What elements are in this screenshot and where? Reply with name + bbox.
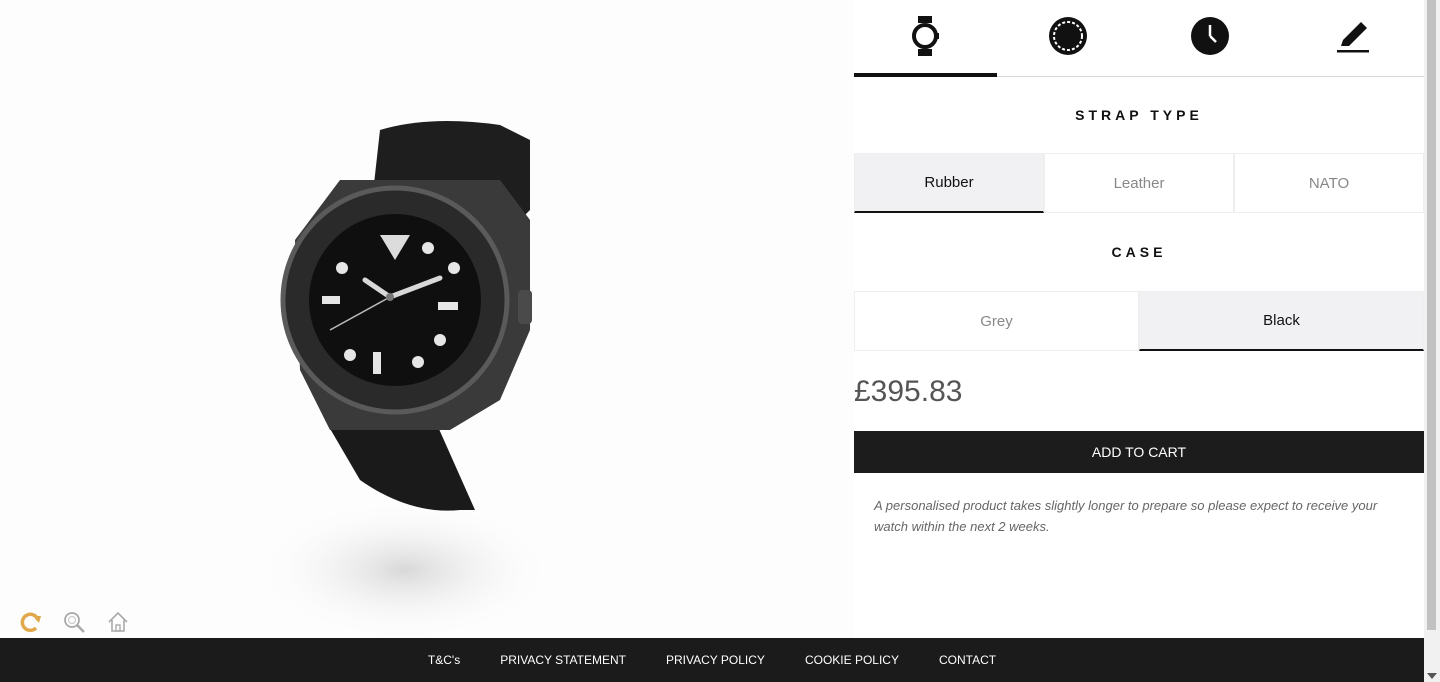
tab-bezel[interactable] xyxy=(997,0,1140,76)
configurator-tabs xyxy=(854,0,1424,77)
scrollbar-thumb[interactable] xyxy=(1427,0,1436,630)
case-options: Grey Black xyxy=(854,291,1424,351)
add-to-cart-button[interactable]: ADD TO CART xyxy=(854,431,1424,473)
tab-engrave[interactable] xyxy=(1282,0,1425,76)
personalisation-note: A personalised product takes slightly lo… xyxy=(874,498,1378,534)
strap-option-rubber[interactable]: Rubber xyxy=(854,153,1044,213)
footer-link-terms[interactable]: T&C's xyxy=(428,653,460,667)
rotate-tool[interactable] xyxy=(16,610,44,638)
page-scrollbar[interactable] xyxy=(1424,0,1440,682)
tab-dial[interactable] xyxy=(1139,0,1282,76)
strap-option-nato[interactable]: NATO xyxy=(1234,153,1424,213)
configurator-panel: STRAP TYPE Rubber Leather NATO CASE Grey… xyxy=(854,0,1424,638)
rotate-icon xyxy=(18,610,42,639)
site-footer: T&C's PRIVACY STATEMENT PRIVACY POLICY C… xyxy=(0,638,1424,682)
engrave-pencil-icon xyxy=(1333,16,1373,61)
home-icon xyxy=(106,610,130,639)
product-price: £395.83 xyxy=(854,375,963,408)
strap-type-title: STRAP TYPE xyxy=(1075,107,1203,123)
strap-option-leather[interactable]: Leather xyxy=(1044,153,1234,213)
case-option-grey[interactable]: Grey xyxy=(854,291,1139,351)
footer-link-privacy-policy[interactable]: PRIVACY POLICY xyxy=(666,653,765,667)
watch-icon xyxy=(911,15,940,61)
case-option-black[interactable]: Black xyxy=(1139,291,1424,351)
case-title: CASE xyxy=(1111,244,1167,260)
bezel-icon xyxy=(1048,16,1088,61)
product-3d-viewer[interactable] xyxy=(0,0,854,638)
dial-icon xyxy=(1190,16,1230,61)
watch-3d-render[interactable] xyxy=(230,100,590,638)
zoom-icon xyxy=(62,610,86,639)
footer-link-privacy-statement[interactable]: PRIVACY STATEMENT xyxy=(500,653,626,667)
footer-link-contact[interactable]: CONTACT xyxy=(939,653,996,667)
tab-strap-case[interactable] xyxy=(854,0,997,77)
footer-link-cookie-policy[interactable]: COOKIE POLICY xyxy=(805,653,899,667)
strap-options: Rubber Leather NATO xyxy=(854,153,1424,213)
zoom-tool[interactable] xyxy=(60,610,88,638)
home-tool[interactable] xyxy=(104,610,132,638)
scroll-down-arrow-icon[interactable] xyxy=(1427,673,1437,679)
